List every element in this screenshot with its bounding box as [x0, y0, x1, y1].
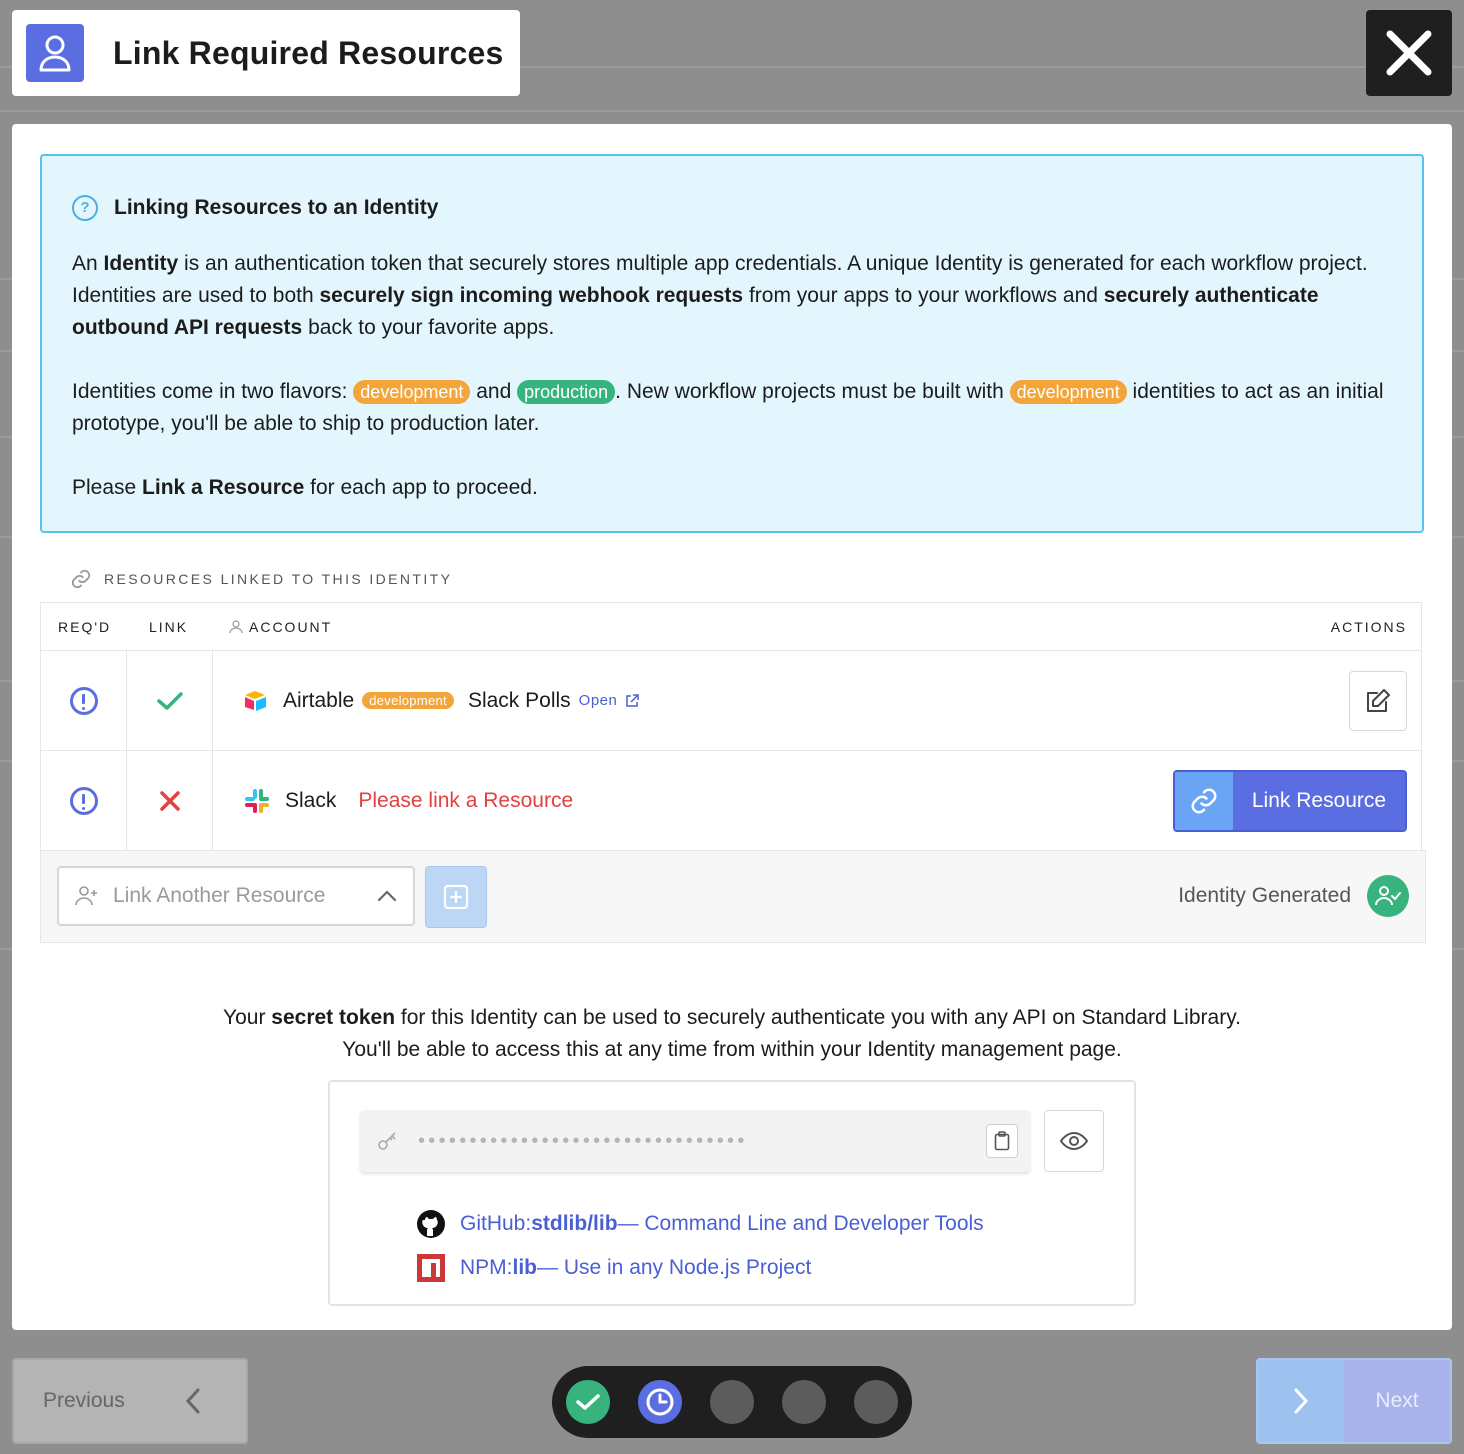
- add-user-icon: [75, 886, 97, 906]
- x-icon: [159, 790, 180, 811]
- open-link[interactable]: Open: [579, 692, 640, 709]
- check-icon: [156, 691, 183, 710]
- resources-table: REQ'D LINK ACCOUNT ACTIONS Airtable deve…: [40, 602, 1422, 852]
- production-badge: production: [517, 380, 616, 404]
- add-resource-row: Link Another Resource Identity Generated: [40, 850, 1426, 943]
- info-paragraph-flavors: Identities come in two flavors: developm…: [72, 380, 1384, 435]
- external-links: GitHub: stdlib/lib — Command Line and De…: [416, 1202, 984, 1290]
- masked-token: ••••••••••••••••••••••••••••••••: [418, 1129, 748, 1152]
- info-paragraph-proceed: Please Link a Resource for each app to p…: [72, 476, 538, 499]
- chevron-right-icon: [1294, 1388, 1309, 1414]
- step-current: [638, 1380, 682, 1424]
- airtable-icon: [245, 690, 266, 711]
- chevron-left-icon: [185, 1388, 200, 1414]
- link-icon: [71, 569, 91, 589]
- check-icon: [576, 1394, 600, 1410]
- info-heading: Linking Resources to an Identity: [114, 196, 439, 219]
- identity-status: Identity Generated: [1178, 875, 1409, 917]
- close-icon: [1386, 30, 1432, 76]
- required-icon: [69, 686, 98, 715]
- info-box: ? Linking Resources to an Identity An Id…: [40, 154, 1424, 533]
- table-row: Airtable development Slack Polls Open: [41, 651, 1421, 751]
- column-actions: ACTIONS: [1330, 618, 1407, 635]
- modal-panel: ? Linking Resources to an Identity An Id…: [12, 124, 1452, 1330]
- next-button[interactable]: Next: [1256, 1358, 1452, 1444]
- secret-token-field[interactable]: ••••••••••••••••••••••••••••••••: [360, 1110, 1030, 1172]
- chevron-up-icon: [377, 890, 397, 902]
- development-badge: development: [1009, 380, 1127, 404]
- step-pending: [710, 1380, 754, 1424]
- development-badge: development: [353, 380, 471, 404]
- step-indicator: [552, 1366, 912, 1438]
- user-check-icon: [1367, 875, 1409, 917]
- column-link: LINK: [149, 618, 189, 635]
- environment-badge: development: [362, 692, 454, 709]
- close-button[interactable]: [1366, 10, 1452, 96]
- link-icon: [1191, 788, 1217, 813]
- column-required: REQ'D: [58, 618, 112, 635]
- token-box: •••••••••••••••••••••••••••••••• GitHub:…: [328, 1080, 1136, 1306]
- link-error-text: Please link a Resource: [358, 788, 574, 812]
- reveal-token-button[interactable]: [1044, 1110, 1104, 1172]
- modal-title: Link Required Resources: [113, 34, 504, 71]
- external-link-icon: [626, 693, 640, 707]
- step-complete: [566, 1380, 610, 1424]
- secret-token-description: Your secret token for this Identity can …: [223, 1006, 1241, 1061]
- edit-button[interactable]: [1349, 670, 1407, 731]
- key-icon: [378, 1132, 396, 1150]
- add-resource-button[interactable]: [425, 866, 487, 928]
- github-icon: [417, 1210, 445, 1238]
- user-icon: [229, 619, 243, 633]
- table-row: Slack Please link a Resource Link Resour…: [41, 751, 1421, 851]
- slack-icon: [245, 788, 269, 813]
- npm-link[interactable]: NPM: lib — Use in any Node.js Project: [416, 1246, 984, 1290]
- eye-icon: [1059, 1131, 1089, 1151]
- modal-title-card: Link Required Resources: [12, 10, 520, 96]
- copy-button[interactable]: [986, 1124, 1018, 1158]
- previous-button[interactable]: Previous: [12, 1358, 248, 1444]
- resources-section-label: RESOURCES LINKED TO THIS IDENTITY: [70, 568, 452, 590]
- app-name: Airtable: [283, 688, 355, 712]
- github-link[interactable]: GitHub: stdlib/lib — Command Line and De…: [416, 1202, 984, 1246]
- link-another-resource-select[interactable]: Link Another Resource: [57, 866, 415, 926]
- step-pending: [854, 1380, 898, 1424]
- npm-icon: [417, 1254, 445, 1282]
- app-name: Slack: [285, 788, 337, 812]
- link-resource-button[interactable]: Link Resource: [1173, 769, 1407, 832]
- info-paragraph-identity: An Identity is an authentication token t…: [72, 252, 1368, 339]
- column-account: ACCOUNT: [213, 619, 1271, 635]
- required-icon: [69, 786, 98, 815]
- help-icon: ?: [72, 195, 98, 221]
- table-header: REQ'D LINK ACCOUNT ACTIONS: [41, 603, 1421, 651]
- edit-icon: [1367, 688, 1390, 712]
- clock-icon: [646, 1388, 674, 1416]
- clipboard-icon: [994, 1131, 1010, 1151]
- user-icon: [26, 24, 84, 82]
- account-name: Slack Polls: [467, 688, 571, 712]
- plus-square-icon: [443, 884, 469, 910]
- step-pending: [782, 1380, 826, 1424]
